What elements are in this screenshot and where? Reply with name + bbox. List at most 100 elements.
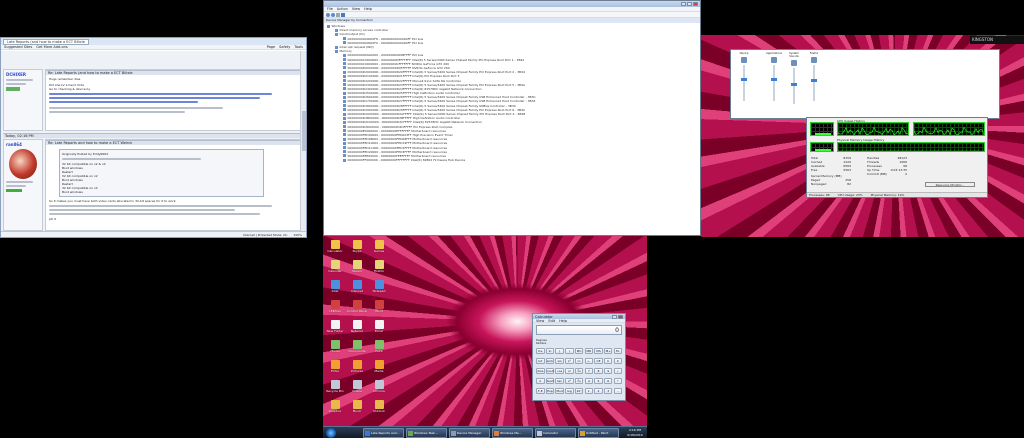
calculator-key[interactable]: 9 — [603, 368, 613, 374]
calc-menu-edit[interactable]: Edit — [548, 319, 555, 323]
browser-tab[interactable]: Late Reports (and how to make a ECT Blit… — [3, 38, 89, 45]
calc-menu-view[interactable]: View — [536, 319, 544, 323]
menu-action[interactable]: Action — [337, 7, 348, 11]
menu-help[interactable]: Help — [364, 7, 372, 11]
calculator-key[interactable]: 3 — [603, 388, 613, 394]
desktop-icon[interactable]: Calculator — [325, 240, 345, 254]
calculator-key[interactable]: 6 — [603, 378, 613, 384]
calculator-key[interactable]: CE — [594, 358, 603, 364]
page-menu[interactable]: Page — [267, 45, 275, 49]
taskbar-button[interactable]: Windows Me... — [492, 428, 533, 438]
calculator-key[interactable]: / — [613, 368, 623, 374]
desktop-icon[interactable]: Media — [369, 360, 389, 374]
back-icon[interactable] — [326, 13, 330, 17]
menu-view[interactable]: View — [352, 7, 360, 11]
calculator-key[interactable]: 4 — [584, 378, 594, 384]
calculator-key[interactable]: 10ˣ — [574, 388, 584, 394]
calculator-key[interactable]: - — [613, 388, 623, 394]
calculator-key[interactable]: dms — [536, 368, 545, 374]
volume-slider[interactable] — [811, 65, 817, 101]
taskbar-button[interactable]: Windows Task... — [406, 428, 447, 438]
post-link[interactable] — [49, 93, 273, 95]
desktop-icon[interactable]: Skype — [347, 240, 367, 254]
desktop-icon[interactable]: iTunes — [325, 340, 345, 354]
calculator-key[interactable]: M+ — [603, 348, 613, 354]
calculator-key[interactable]: cos — [555, 368, 564, 374]
calculator-key[interactable]: ( — [555, 348, 564, 354]
volume-thumb[interactable] — [811, 78, 817, 82]
calculator-key[interactable]: 1 — [584, 388, 594, 394]
calculator-key[interactable]: x³ — [565, 378, 574, 384]
desktop-icon[interactable]: Music — [347, 400, 367, 414]
desktop-icon[interactable]: Excel — [369, 320, 389, 334]
taskbar-button[interactable]: Device Manager — [449, 428, 490, 438]
properties-icon[interactable] — [336, 13, 340, 17]
post-link[interactable] — [49, 97, 260, 99]
volume-slider[interactable] — [791, 68, 797, 104]
calculator-key[interactable]: M- — [613, 348, 623, 354]
post-link[interactable] — [49, 101, 198, 103]
calculator-key[interactable]: 7 — [584, 368, 594, 374]
desktop-icon[interactable]: Dropbox — [325, 400, 345, 414]
calculator-key[interactable]: n! — [574, 358, 584, 364]
volume-thumb[interactable] — [791, 82, 797, 86]
scroll-thumb[interactable] — [302, 111, 306, 151]
forward-icon[interactable] — [331, 13, 335, 17]
desktop-icon[interactable]: Control Panel — [347, 300, 367, 314]
volume-thumb[interactable] — [771, 77, 777, 81]
calculator-key[interactable]: ) — [565, 348, 574, 354]
calculator-key[interactable]: F-E — [536, 388, 545, 394]
desktop-icon[interactable]: Paint — [369, 340, 389, 354]
desktop-icon[interactable]: Network — [347, 320, 367, 334]
desktop-icon[interactable]: Firefox — [369, 260, 389, 274]
clock[interactable]: 2:16 PM 6/18/2010 — [626, 428, 644, 437]
desktop-icon[interactable]: Chrome — [369, 380, 389, 394]
calculator-key[interactable]: In — [545, 348, 555, 354]
calculator-key[interactable]: MC — [574, 348, 584, 354]
calculator-key[interactable]: tanh — [545, 378, 555, 384]
calculator-key[interactable]: MS — [594, 348, 603, 354]
desktop-icon[interactable]: Recycle Bin — [325, 380, 345, 394]
desktop-icon[interactable]: Internet — [347, 280, 367, 294]
calculator-key[interactable]: ± — [613, 358, 623, 364]
calculator-key[interactable]: ∛x — [574, 368, 584, 374]
calculator-key[interactable]: tan — [555, 378, 564, 384]
browser-scrollbar[interactable] — [300, 51, 306, 231]
username[interactable]: ran864 — [6, 142, 40, 147]
taskbar-button[interactable]: Untitled - Paint — [578, 428, 619, 438]
start-button[interactable] — [326, 428, 336, 438]
volume-slider[interactable] — [771, 65, 777, 101]
zoom-level[interactable]: 100% — [293, 233, 302, 237]
add-ons-link[interactable]: Get More Add-ons — [36, 45, 67, 49]
calculator-key[interactable]: 8 — [594, 368, 603, 374]
calculator-key[interactable]: cosh — [545, 368, 555, 374]
calculator-key[interactable]: sin — [555, 358, 564, 364]
desktop-icon[interactable]: Steam — [347, 260, 367, 274]
calculator-key[interactable]: * — [613, 378, 623, 384]
calculator-key[interactable]: Int — [536, 358, 545, 364]
maximize-button[interactable] — [687, 2, 692, 6]
desktop-icon[interactable]: Outlook — [369, 400, 389, 414]
calculator-key[interactable]: xʸ — [565, 368, 574, 374]
desktop-icon[interactable]: EVGA — [325, 360, 345, 374]
calc-menu-help[interactable]: Help — [559, 319, 567, 323]
calculator-key[interactable]: ∜x — [574, 378, 584, 384]
calculator-key[interactable]: π — [536, 378, 545, 384]
radio-radians[interactable]: Radians — [536, 342, 556, 345]
calculator-key[interactable]: x² — [565, 358, 574, 364]
resource-monitor-button[interactable]: Resource Monitor... — [925, 182, 975, 187]
desktop-icon[interactable]: Notepad — [369, 280, 389, 294]
calculator-key[interactable]: ← — [584, 358, 594, 364]
desktop-icon[interactable]: Games — [369, 240, 389, 254]
menu-file[interactable]: File — [327, 7, 333, 11]
calculator-key[interactable]: Inv — [536, 348, 545, 354]
calculator-key[interactable]: Mod — [555, 388, 564, 394]
taskbar-button[interactable]: Calculator — [535, 428, 576, 438]
calculator-key[interactable]: C — [603, 358, 613, 364]
desktop-icon[interactable]: Utilities — [325, 300, 345, 314]
calculator-key[interactable]: 2 — [594, 388, 603, 394]
desktop-icon[interactable]: Word — [369, 300, 389, 314]
device-tree-row[interactable]: 00000000FF000000 - 00000000FFFFFFFF Inte… — [327, 158, 700, 162]
calculator-key[interactable]: 5 — [594, 378, 603, 384]
desktop-icon[interactable]: Pictures — [347, 360, 367, 374]
